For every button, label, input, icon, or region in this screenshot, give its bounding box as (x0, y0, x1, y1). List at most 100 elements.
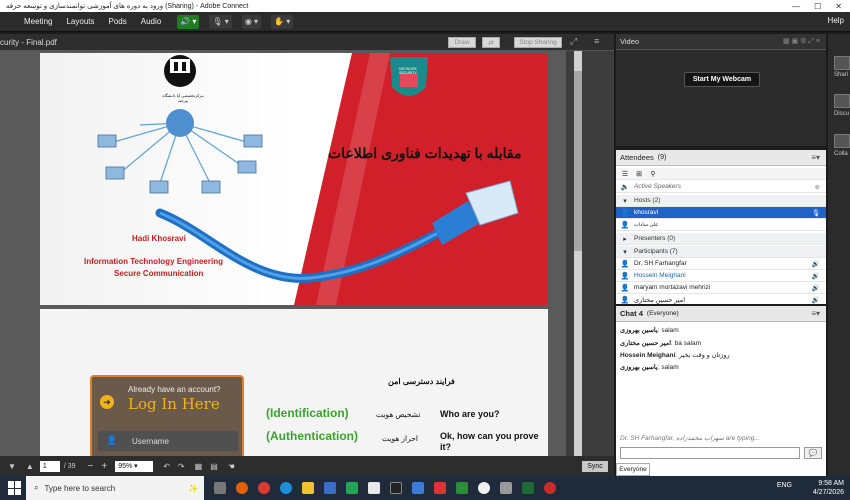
fullscreen-icon[interactable]: ⤢ (570, 36, 577, 47)
layout-thumbnail-icon[interactable] (834, 56, 850, 70)
draw-button[interactable]: Draw (448, 37, 476, 48)
start-webcam-button[interactable]: Start My Webcam (684, 72, 760, 87)
language-indicator[interactable]: ENG (777, 482, 792, 489)
share-pod-header: curity - Final.pdf Draw ⇄ Stop Sharing ⤢… (0, 34, 614, 51)
adobe-connect-icon[interactable] (544, 482, 556, 494)
layout-thumbnail-icon[interactable] (834, 94, 850, 108)
page-up-icon[interactable]: ▲ (26, 462, 34, 471)
app-icon[interactable] (390, 482, 402, 494)
speaker-button[interactable]: 🔊 ▾ (177, 14, 200, 29)
pod-menu-icon[interactable]: ≡ (594, 36, 599, 46)
share-pod-title: curity - Final.pdf (0, 37, 57, 47)
app-icon[interactable] (434, 482, 446, 494)
edge-icon[interactable] (280, 482, 292, 494)
file-explorer-icon[interactable] (302, 482, 314, 494)
undo-icon[interactable]: ↶ (163, 462, 170, 471)
page-input[interactable]: 1 (39, 460, 60, 472)
menu-layouts[interactable]: Layouts (66, 17, 94, 26)
attendee-name: maryam mortazavi mehrizi (634, 284, 711, 291)
chat-text: salam (661, 364, 679, 371)
participants-section[interactable]: ▾ Participants (7) (616, 246, 826, 258)
video-controls-icon[interactable]: ▦ ▣ ⚙ ⤢ ≡ (783, 37, 820, 46)
attendee-row[interactable]: 👤 maryam mortazavi mehrizi 🔊 (616, 282, 826, 294)
clock[interactable]: 9:58 AM 4/27/2026 (813, 479, 844, 497)
viewer-scrollbar[interactable] (566, 51, 614, 456)
taskbar-search[interactable]: ⌕ Type here to search ✨ (26, 476, 204, 500)
attendee-name: علی سادات (634, 221, 659, 228)
chat-message: یاسین بهروزی: salam (620, 327, 679, 334)
app-icon[interactable] (368, 482, 380, 494)
close-icon[interactable]: ⊗ (815, 183, 820, 191)
speaker-icon: 🔊 (180, 17, 191, 26)
app-icon[interactable] (500, 482, 512, 494)
attendees-title: Attendees (620, 153, 654, 162)
video-pod-title: Video (620, 37, 640, 46)
list-view-icon[interactable]: ☰ (620, 170, 630, 178)
menu-meeting[interactable]: Meeting (24, 17, 52, 26)
authentication-label: (Authentication) (266, 429, 358, 443)
arrow-right-icon: ➜ (100, 395, 114, 409)
scrollbar-thumb[interactable] (574, 71, 582, 251)
firefox-icon[interactable] (236, 482, 248, 494)
attendee-name: امیر حسین مختاری (634, 297, 686, 304)
sync-view-icon[interactable]: ⇄ (482, 37, 500, 48)
user-icon: 👤 (620, 209, 630, 217)
chat-input[interactable] (620, 447, 800, 459)
speaker-icon: 🔊 (811, 260, 820, 268)
chat-menu-icon[interactable]: ≡▾ (811, 309, 820, 318)
layout-thumbnail-icon[interactable] (834, 134, 850, 148)
page-down-icon[interactable]: ▼ (8, 462, 16, 471)
menu-pods[interactable]: Pods (109, 17, 127, 26)
grid-view-icon[interactable]: ⊞ (634, 170, 644, 178)
attendee-row[interactable]: 👤 khosravi 🎙 (616, 207, 826, 219)
raise-hand-button[interactable]: ✋ ▾ (271, 14, 294, 29)
status-view-icon[interactable]: ⚲ (648, 170, 658, 178)
user-icon: 👤 (620, 221, 630, 229)
attendee-row[interactable]: 👤 Hossein Meighani 🔊 (616, 270, 826, 282)
fit-width-icon[interactable]: ▤ (210, 462, 218, 471)
hand-tool-icon[interactable]: ☚ (228, 462, 235, 471)
attendee-row[interactable]: 👤 امیر حسین مختاری 🔊 (616, 294, 826, 306)
zoom-in-icon[interactable]: + (101, 461, 107, 472)
layout-label[interactable]: Colla (834, 151, 848, 157)
chat-tab-everyone[interactable]: Everyone (616, 463, 650, 476)
app-icon[interactable] (456, 482, 468, 494)
layout-label[interactable]: Discu (834, 111, 849, 117)
layout-label[interactable]: Shari (834, 72, 848, 78)
close-icon[interactable]: ✕ (835, 2, 842, 11)
hosts-section[interactable]: ▾ Hosts (2) (616, 195, 826, 207)
presenters-section[interactable]: ▸ Presenters (0) (616, 233, 826, 245)
document-viewer[interactable]: مرکزتخصصی آپا دانشگاه بیرجند NETWORK SEC… (0, 51, 566, 456)
chat-scope: (Everyone) (646, 310, 679, 317)
attendees-menu-icon[interactable]: ≡▾ (811, 153, 820, 162)
send-icon[interactable]: 💬 (804, 447, 822, 459)
maximize-icon[interactable]: ☐ (814, 2, 821, 11)
sparkle-icon: ✨ (188, 483, 198, 493)
user-icon: 👤 (620, 272, 630, 280)
minimize-icon[interactable]: — (792, 2, 800, 11)
sync-button[interactable]: Sync (582, 460, 608, 472)
user-icon: 👤 (106, 435, 118, 445)
zoom-select[interactable]: 95% ▾ (115, 460, 154, 472)
menu-help[interactable]: Help (828, 16, 844, 25)
attendee-row[interactable]: 👤 Dr. SH Farhangfar 🔊 (616, 258, 826, 270)
task-view-icon[interactable] (214, 482, 226, 494)
attendee-row[interactable]: 👤 علی سادات (616, 219, 826, 231)
webcam-button[interactable]: ◉ ▾ (241, 14, 262, 29)
store-icon[interactable] (324, 482, 336, 494)
video-pod: Video ▦ ▣ ⚙ ⤢ ≡ Start My Webcam (616, 34, 826, 146)
camtasia-icon[interactable] (346, 482, 358, 494)
redo-icon[interactable]: ↷ (178, 462, 185, 471)
chrome-icon[interactable] (258, 482, 270, 494)
excel-icon[interactable] (522, 482, 534, 494)
stop-sharing-button[interactable]: Stop Sharing (514, 37, 562, 48)
menu-audio[interactable]: Audio (141, 17, 161, 26)
microphone-button[interactable]: 🎙 ▾ (209, 14, 232, 29)
slide-2-title: فرایند دسترسی امن (388, 377, 455, 386)
chat-title: Chat 4 (620, 309, 643, 318)
windows-start-icon[interactable] (8, 481, 22, 495)
fit-page-icon[interactable]: ▦ (195, 462, 203, 471)
zoom-out-icon[interactable]: − (88, 461, 94, 472)
app-icon[interactable] (412, 482, 424, 494)
app-icon[interactable] (478, 482, 490, 494)
